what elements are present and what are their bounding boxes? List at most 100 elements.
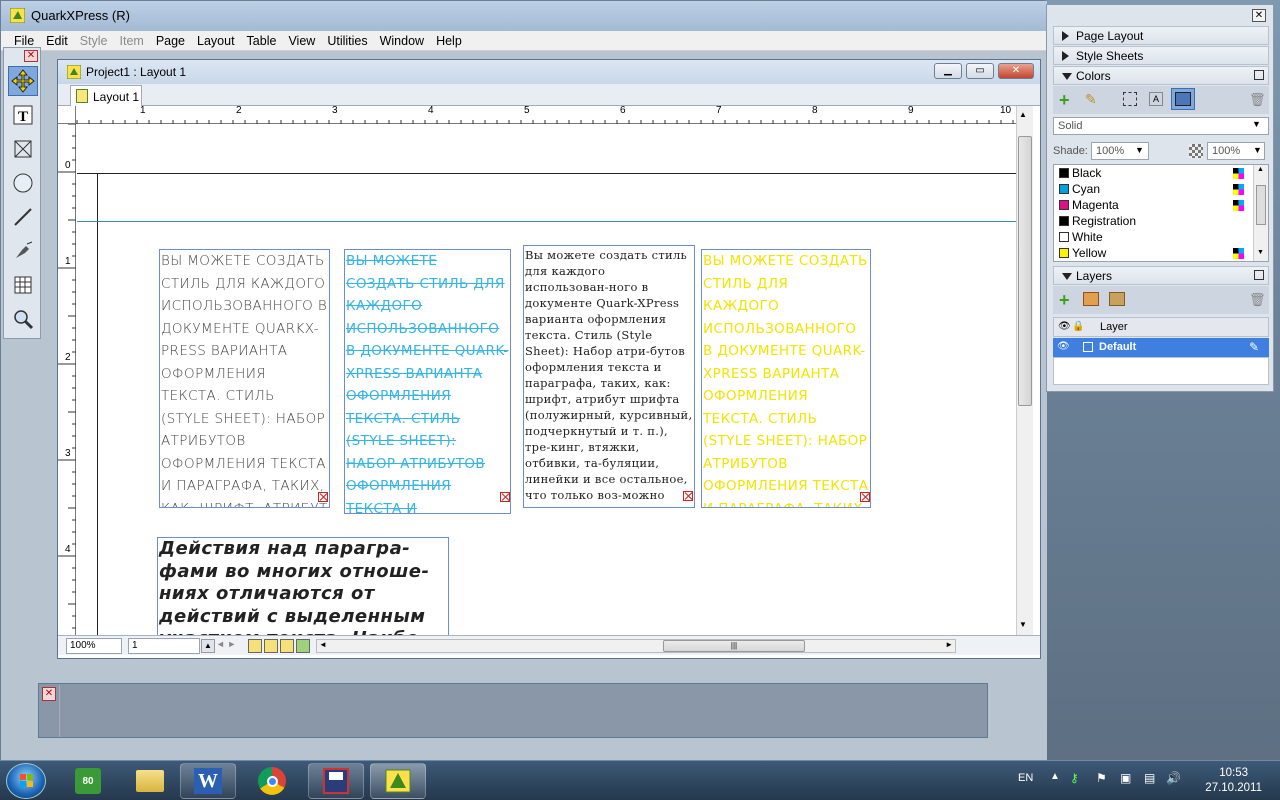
menu-window[interactable]: Window — [374, 31, 430, 51]
vertical-scroll-thumb[interactable] — [1018, 136, 1032, 406]
system-clock[interactable]: 10:53 27.10.2011 — [1205, 766, 1262, 796]
text-box-3[interactable]: Вы можете создать стиль для каждого испо… — [523, 245, 695, 508]
taskbar-save-app[interactable] — [308, 763, 364, 799]
page-menu-icon[interactable]: ▲ — [201, 639, 215, 653]
line-tool-icon[interactable] — [8, 202, 38, 232]
palette-menu-icon[interactable] — [1254, 270, 1264, 280]
show-hidden-icons-icon[interactable]: ▲ — [1050, 771, 1060, 782]
scroll-up-icon[interactable]: ▲ — [1257, 166, 1264, 173]
menu-style[interactable]: Style — [74, 31, 114, 51]
palette-style-sheets-header[interactable]: Style Sheets — [1053, 46, 1269, 65]
text-overflow-icon — [860, 492, 870, 502]
text-box-5[interactable]: Действия над парагра-фами во многих отно… — [157, 537, 449, 635]
palette-layers-header[interactable]: Layers — [1053, 266, 1269, 285]
picture-box-tool-icon[interactable] — [8, 134, 38, 164]
merge-layers-icon[interactable] — [1083, 292, 1099, 306]
vertical-scrollbar[interactable]: ▲ ▼ — [1016, 106, 1033, 635]
new-color-icon[interactable]: + — [1059, 91, 1070, 109]
volume-icon[interactable]: 🔊 — [1166, 771, 1181, 785]
palette-menu-icon[interactable] — [1254, 70, 1264, 80]
color-item[interactable]: Cyan — [1054, 182, 1250, 198]
scroll-down-icon[interactable]: ▼ — [1019, 620, 1027, 629]
text-box-4[interactable]: ВЫ МОЖЕТЕ СОЗДАТЬ СТИЛЬ ДЛЯ КАЖДОГО ИСПО… — [701, 249, 871, 508]
maximize-button[interactable]: ▭ — [966, 63, 994, 79]
menu-edit[interactable]: Edit — [40, 31, 74, 51]
ruler-label: 0 — [65, 160, 71, 171]
zoom-tool-icon[interactable] — [8, 304, 38, 334]
tools-close-icon[interactable]: ✕ — [24, 50, 38, 62]
menu-help[interactable]: Help — [430, 31, 468, 51]
chevron-down-icon[interactable]: ▼ — [1135, 145, 1144, 155]
palettes-close-icon[interactable]: ✕ — [1252, 9, 1266, 22]
scroll-left-icon[interactable]: ◄ — [319, 640, 327, 649]
color-item[interactable]: Yellow — [1054, 246, 1250, 262]
menu-view[interactable]: View — [282, 31, 321, 51]
menu-layout[interactable]: Layout — [191, 31, 241, 51]
clock-time: 10:53 — [1219, 767, 1249, 779]
vertical-ruler[interactable]: 0 1 2 3 4 — [58, 124, 76, 635]
zoom-field[interactable]: 100% — [66, 638, 122, 654]
move-item-layer-icon[interactable] — [1109, 292, 1125, 306]
language-indicator[interactable]: EN — [1018, 772, 1033, 784]
text-box-2[interactable]: ВЫ МОЖЕТЕ СОЗДАТЬ СТИЛЬ ДЛЯ КАЖДОГО ИСПО… — [344, 249, 511, 514]
measurements-close-icon[interactable]: ✕ — [42, 687, 56, 701]
taskbar-quarkxpress[interactable] — [370, 763, 426, 799]
device-icon[interactable]: ▣ — [1120, 771, 1131, 785]
fill-style-select[interactable]: Solid — [1053, 117, 1269, 135]
oval-tool-icon[interactable] — [8, 168, 38, 198]
layer-row-default[interactable]: 👁 Default ✎ — [1053, 338, 1269, 357]
start-button[interactable] — [6, 763, 46, 799]
taskbar-chrome[interactable] — [244, 763, 300, 799]
delete-layer-icon[interactable]: 🗑 — [1249, 292, 1266, 308]
horizontal-ruler[interactable]: 1 2 3 4 5 6 7 8 9 10 — [76, 105, 1016, 124]
pasteboard[interactable]: ВЫ МОЖЕТЕ СОЗДАТЬ СТИЛЬ ДЛЯ КАЖДОГО ИСПО… — [77, 124, 1017, 635]
scroll-up-icon[interactable]: ▲ — [1019, 110, 1027, 119]
app-titlebar[interactable]: QuarkXPress (R) — [1, 1, 1047, 31]
ruler-label: 4 — [428, 105, 434, 116]
scroll-right-icon[interactable]: ► — [945, 640, 953, 649]
scroll-down-icon[interactable]: ▼ — [1257, 249, 1264, 256]
edit-color-icon[interactable]: ✎ — [1085, 91, 1097, 108]
frame-color-icon[interactable] — [1123, 92, 1137, 106]
page-layout-label: Page Layout — [1076, 29, 1144, 43]
minimize-button[interactable]: ▁ — [934, 63, 962, 79]
network-key-icon[interactable]: ⚷ — [1070, 771, 1079, 785]
palette-page-layout-header[interactable]: Page Layout — [1053, 26, 1269, 45]
menu-table[interactable]: Table — [241, 31, 283, 51]
text-box-1[interactable]: ВЫ МОЖЕТЕ СОЗДАТЬ СТИЛЬ ДЛЯ КАЖДОГО ИСПО… — [159, 249, 330, 508]
background-color-icon[interactable] — [1171, 88, 1195, 110]
delete-color-icon[interactable]: 🗑 — [1249, 92, 1266, 108]
new-layer-icon[interactable]: + — [1059, 291, 1070, 309]
view-mode-icons[interactable] — [248, 639, 318, 653]
text-color-icon[interactable]: A — [1149, 92, 1163, 106]
taskbar-app-1[interactable]: 80 — [60, 763, 116, 799]
color-item[interactable]: Magenta — [1054, 198, 1250, 214]
page-nav-icon[interactable]: ◄ ► — [216, 639, 246, 653]
color-item[interactable]: Registration — [1054, 214, 1250, 230]
tab-layout-1[interactable]: Layout 1 — [70, 85, 142, 107]
visibility-icon[interactable]: 👁 — [1057, 341, 1070, 352]
item-tool-icon[interactable] — [8, 66, 38, 96]
document-titlebar[interactable]: Project1 : Layout 1 ▁ ▭ ✕ — [58, 60, 1040, 84]
network-icon[interactable]: ▤ — [1144, 771, 1155, 785]
page-field[interactable]: 1 — [128, 638, 200, 654]
close-button[interactable]: ✕ — [998, 63, 1034, 79]
taskbar-word[interactable]: W — [180, 763, 236, 799]
color-list-scrollbar[interactable]: ▲ ▼ — [1253, 165, 1268, 261]
color-item[interactable]: White — [1054, 230, 1250, 246]
pen-tool-icon[interactable] — [8, 236, 38, 266]
menu-item[interactable]: Item — [114, 31, 150, 51]
horizontal-scrollbar[interactable]: ◄ ||| ► — [316, 639, 956, 653]
scroll-thumb[interactable] — [1256, 185, 1266, 225]
palette-colors-header[interactable]: Colors — [1053, 66, 1269, 85]
taskbar-explorer[interactable] — [122, 763, 178, 799]
action-center-icon[interactable]: ⚑ — [1096, 771, 1107, 785]
chevron-down-icon[interactable]: ▼ — [1253, 145, 1262, 155]
menu-utilities[interactable]: Utilities — [321, 31, 373, 51]
menu-page[interactable]: Page — [150, 31, 191, 51]
horizontal-scroll-thumb[interactable]: ||| — [663, 640, 805, 652]
text-tool-icon[interactable]: T — [8, 100, 38, 130]
table-tool-icon[interactable] — [8, 270, 38, 300]
color-item[interactable]: Black — [1054, 166, 1250, 182]
ruler-origin[interactable] — [58, 106, 76, 124]
